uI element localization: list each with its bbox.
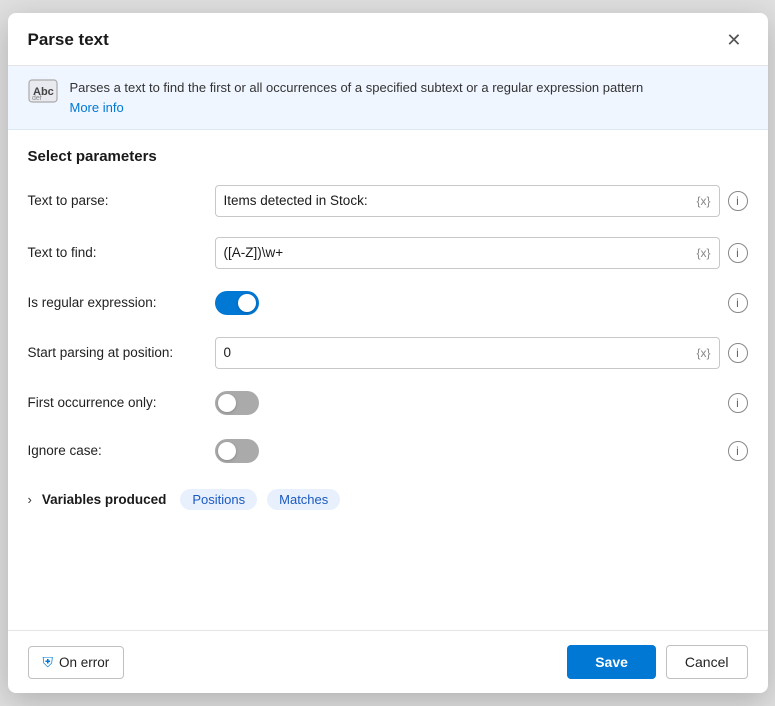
start-parsing-at-label: Start parsing at position: [28, 345, 203, 360]
param-row-is-regular-expression: Is regular expression: i [28, 279, 748, 327]
dialog-header: Parse text ✕ [8, 13, 768, 66]
first-occurrence-only-track [215, 391, 259, 415]
start-parsing-at-info-icon[interactable]: i [728, 343, 748, 363]
param-row-start-parsing-at: Start parsing at position: {x} i [28, 327, 748, 379]
is-regular-expression-track [215, 291, 259, 315]
ignore-case-control: i [215, 439, 748, 463]
text-to-parse-input-wrapper: {x} [215, 185, 720, 217]
is-regular-expression-info-icon[interactable]: i [728, 293, 748, 313]
dialog-title: Parse text [28, 30, 109, 50]
first-occurrence-only-toggle[interactable] [215, 391, 259, 415]
is-regular-expression-thumb [238, 294, 256, 312]
text-to-find-input[interactable] [224, 245, 693, 260]
close-button[interactable]: ✕ [720, 29, 747, 51]
text-to-parse-input[interactable] [224, 193, 693, 208]
variables-produced-section: › Variables produced Positions Matches [8, 475, 768, 520]
text-to-find-input-wrapper: {x} [215, 237, 720, 269]
section-title: Select parameters [8, 130, 768, 175]
ignore-case-info-icon[interactable]: i [728, 441, 748, 461]
info-banner: Abc def Parses a text to find the first … [8, 66, 768, 130]
text-to-parse-control: {x} i [215, 185, 748, 217]
is-regular-expression-toggle[interactable] [215, 291, 259, 315]
text-to-parse-label: Text to parse: [28, 193, 203, 208]
ignore-case-toggle[interactable] [215, 439, 259, 463]
first-occurrence-only-thumb [218, 394, 236, 412]
parse-text-dialog: Parse text ✕ Abc def Parses a text to fi… [8, 13, 768, 693]
start-parsing-at-input-wrapper: {x} [215, 337, 720, 369]
var-badge-text-to-parse: {x} [696, 194, 710, 208]
on-error-button[interactable]: ⛨ On error [28, 646, 125, 679]
on-error-label: On error [59, 655, 109, 670]
first-occurrence-only-label: First occurrence only: [28, 395, 203, 410]
is-regular-expression-label: Is regular expression: [28, 295, 203, 310]
param-row-ignore-case: Ignore case: i [28, 427, 748, 475]
text-to-find-info-icon[interactable]: i [728, 243, 748, 263]
banner-content: Parses a text to find the first or all o… [70, 78, 644, 117]
start-parsing-at-control: {x} i [215, 337, 748, 369]
param-row-text-to-find: Text to find: {x} i [28, 227, 748, 279]
first-occurrence-only-control: i [215, 391, 748, 415]
banner-description: Parses a text to find the first or all o… [70, 78, 644, 98]
more-info-link[interactable]: More info [70, 100, 124, 115]
ignore-case-thumb [218, 442, 236, 460]
save-button[interactable]: Save [567, 645, 656, 679]
footer-right-buttons: Save Cancel [567, 645, 747, 679]
var-badge-start-parsing-at: {x} [696, 346, 710, 360]
text-to-parse-info-icon[interactable]: i [728, 191, 748, 211]
abc-icon: Abc def [28, 79, 58, 109]
positions-chip: Positions [180, 489, 257, 510]
ignore-case-track [215, 439, 259, 463]
variables-produced-label: Variables produced [42, 492, 167, 507]
param-row-text-to-parse: Text to parse: {x} i [28, 175, 748, 227]
start-parsing-at-input[interactable] [224, 345, 693, 360]
shield-icon: ⛨ [43, 654, 54, 671]
var-badge-text-to-find: {x} [696, 246, 710, 260]
is-regular-expression-control: i [215, 291, 748, 315]
svg-text:def: def [32, 95, 42, 102]
first-occurrence-only-info-icon[interactable]: i [728, 393, 748, 413]
text-to-find-label: Text to find: [28, 245, 203, 260]
param-row-first-occurrence-only: First occurrence only: i [28, 379, 748, 427]
parameters-section: Text to parse: {x} i Text to find: {x} [8, 175, 768, 475]
ignore-case-label: Ignore case: [28, 443, 203, 458]
dialog-footer: ⛨ On error Save Cancel [8, 630, 768, 693]
variables-chevron-icon[interactable]: › [28, 492, 32, 507]
cancel-button[interactable]: Cancel [666, 645, 748, 679]
matches-chip: Matches [267, 489, 340, 510]
text-to-find-control: {x} i [215, 237, 748, 269]
